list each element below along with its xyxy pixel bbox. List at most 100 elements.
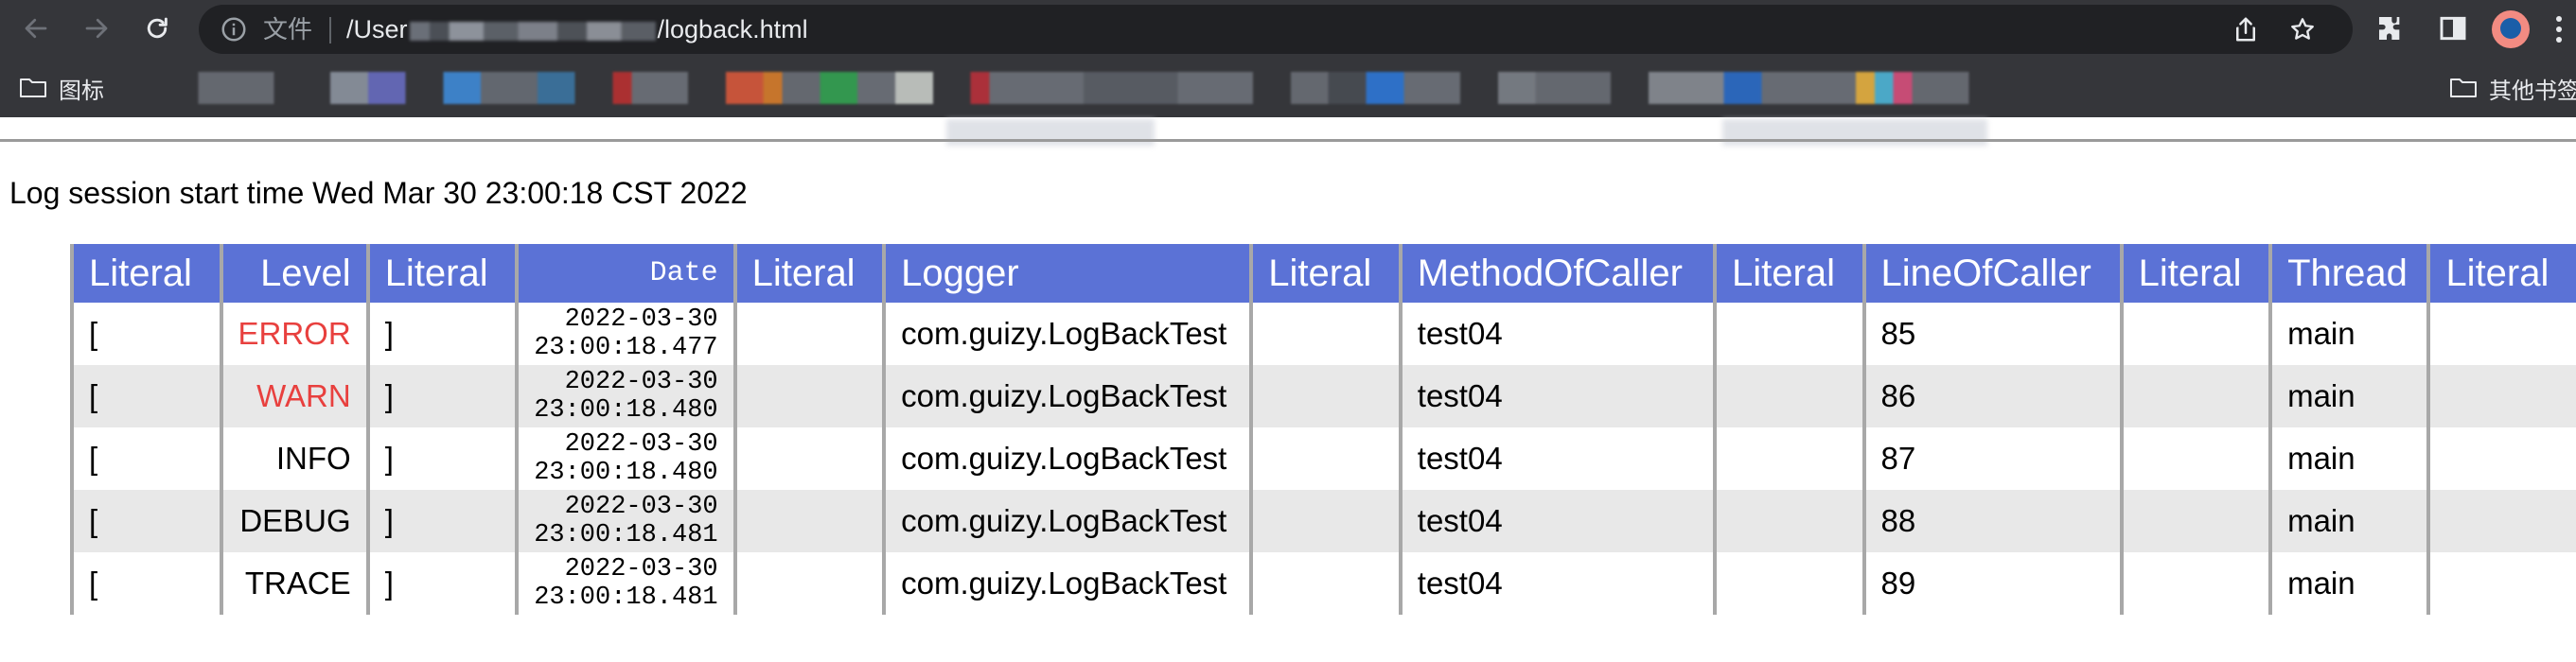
bookmark-other[interactable]: 其他书签 bbox=[2449, 59, 2576, 117]
forward-button[interactable] bbox=[74, 6, 119, 51]
cell-date: 2022-03-30 23:00:18.480 bbox=[515, 427, 735, 490]
cell-literal bbox=[732, 365, 885, 427]
cell-literal: ] bbox=[365, 365, 518, 427]
folder-icon bbox=[20, 78, 46, 97]
url-divider bbox=[329, 17, 331, 44]
header-literal: Literal bbox=[2119, 244, 2271, 303]
cell-date: 2022-03-30 23:00:18.481 bbox=[515, 490, 735, 552]
cell-line: 89 bbox=[1861, 552, 2122, 615]
cell-literal bbox=[1713, 490, 1864, 552]
reload-button[interactable] bbox=[134, 6, 180, 51]
cell-logger: com.guizy.LogBackTest bbox=[882, 427, 1252, 490]
cell-thread: main bbox=[2268, 365, 2429, 427]
table-row: [ TRACE ] 2022-03-30 23:00:18.481 com.gui… bbox=[70, 552, 2576, 615]
cell-literal: [ bbox=[70, 427, 221, 490]
share-icon[interactable] bbox=[2232, 15, 2260, 44]
header-literal: Literal bbox=[2426, 244, 2576, 303]
header-literal: Literal bbox=[1249, 244, 1401, 303]
bookmarks-bar: 图标 其他书签 bbox=[0, 59, 2576, 117]
cell-logger: com.guizy.LogBackTest bbox=[882, 552, 1252, 615]
header-level: Level bbox=[219, 244, 368, 303]
cell-method: test04 bbox=[1398, 365, 1716, 427]
header-literal: Literal bbox=[732, 244, 885, 303]
table-header-row: Literal Level Literal Date Literal Logge… bbox=[70, 244, 2576, 303]
table-row: [ DEBUG ] 2022-03-30 23:00:18.481 com.gui… bbox=[70, 490, 2576, 552]
cell-method: test04 bbox=[1398, 427, 1716, 490]
sidepanel-button[interactable] bbox=[2436, 11, 2470, 45]
cell-level: WARN bbox=[219, 365, 368, 427]
folder-icon bbox=[2450, 78, 2477, 97]
table-row: [ ERROR ] 2022-03-30 23:00:18.477 com.gui… bbox=[70, 303, 2576, 365]
cell-literal bbox=[1249, 490, 1401, 552]
address-bar[interactable]: 文件 /User/logback.html bbox=[199, 5, 2353, 54]
url-text[interactable]: /User/logback.html bbox=[346, 5, 808, 54]
cell-literal bbox=[1713, 303, 1864, 365]
cell-logger: com.guizy.LogBackTest bbox=[882, 365, 1252, 427]
cell-thread: main bbox=[2268, 490, 2429, 552]
cell-literal: ] bbox=[365, 552, 518, 615]
header-literal: Literal bbox=[1713, 244, 1864, 303]
cell-method: test04 bbox=[1398, 552, 1716, 615]
header-literal: Literal bbox=[70, 244, 221, 303]
cell-thread: main bbox=[2268, 427, 2429, 490]
cell-literal bbox=[732, 303, 885, 365]
extensions-icon bbox=[2379, 17, 2400, 40]
cell-literal bbox=[1249, 365, 1401, 427]
url-prefix: /User bbox=[346, 15, 408, 44]
cell-literal bbox=[2119, 303, 2271, 365]
cell-date: 2022-03-30 23:00:18.481 bbox=[515, 552, 735, 615]
horizontal-rule bbox=[0, 139, 2576, 142]
cell-literal bbox=[1249, 427, 1401, 490]
cell-literal bbox=[2426, 490, 2576, 552]
cell-literal: ] bbox=[365, 303, 518, 365]
extensions-button[interactable] bbox=[2373, 11, 2408, 45]
menu-icon[interactable] bbox=[2555, 14, 2563, 44]
bookmark-label: 图标 bbox=[59, 78, 104, 104]
cell-literal bbox=[732, 427, 885, 490]
header-date: Date bbox=[515, 244, 735, 303]
header-logger: Logger bbox=[882, 244, 1252, 303]
back-icon bbox=[25, 18, 47, 39]
header-literal: Literal bbox=[365, 244, 518, 303]
cell-date: 2022-03-30 23:00:18.480 bbox=[515, 365, 735, 427]
cell-literal bbox=[2119, 552, 2271, 615]
date-time: 23:00:18.481 bbox=[534, 584, 718, 612]
date-time: 23:00:18.480 bbox=[534, 459, 718, 487]
cell-literal bbox=[2119, 365, 2271, 427]
cell-line: 85 bbox=[1861, 303, 2122, 365]
cell-literal: ] bbox=[365, 427, 518, 490]
date-time: 23:00:18.477 bbox=[534, 334, 718, 362]
cell-literal bbox=[2426, 365, 2576, 427]
cell-literal bbox=[2426, 427, 2576, 490]
browser-toolbar: 文件 /User/logback.html bbox=[0, 0, 2576, 59]
back-button[interactable] bbox=[13, 6, 59, 51]
log-table: Literal Level Literal Date Literal Logge… bbox=[70, 244, 2576, 615]
reload-icon bbox=[147, 17, 168, 39]
header-thread: Thread bbox=[2268, 244, 2429, 303]
cell-literal bbox=[732, 490, 885, 552]
cell-literal: ] bbox=[365, 490, 518, 552]
date-day: 2022-03-30 bbox=[564, 493, 718, 521]
star-icon[interactable] bbox=[2288, 15, 2317, 44]
date-time: 23:00:18.481 bbox=[534, 521, 718, 549]
cell-literal bbox=[732, 552, 885, 615]
bookmark-folder-icons[interactable]: 图标 bbox=[19, 59, 104, 117]
bookmark-other-label: 其他书签 bbox=[2489, 78, 2576, 104]
cell-literal: [ bbox=[70, 365, 221, 427]
info-icon[interactable] bbox=[220, 15, 248, 44]
cell-method: test04 bbox=[1398, 303, 1716, 365]
forward-icon bbox=[85, 18, 108, 39]
cell-literal: [ bbox=[70, 552, 221, 615]
cell-level: ERROR bbox=[219, 303, 368, 365]
cell-logger: com.guizy.LogBackTest bbox=[882, 303, 1252, 365]
cell-level: INFO bbox=[219, 427, 368, 490]
profile-avatar[interactable] bbox=[2492, 10, 2530, 48]
cell-literal bbox=[1713, 365, 1864, 427]
url-scheme: 文件 bbox=[263, 15, 313, 44]
cell-literal: [ bbox=[70, 303, 221, 365]
date-day: 2022-03-30 bbox=[564, 368, 718, 396]
cell-literal bbox=[2426, 552, 2576, 615]
cell-literal bbox=[2119, 427, 2271, 490]
cell-literal bbox=[1713, 427, 1864, 490]
avatar-image bbox=[2500, 18, 2521, 39]
